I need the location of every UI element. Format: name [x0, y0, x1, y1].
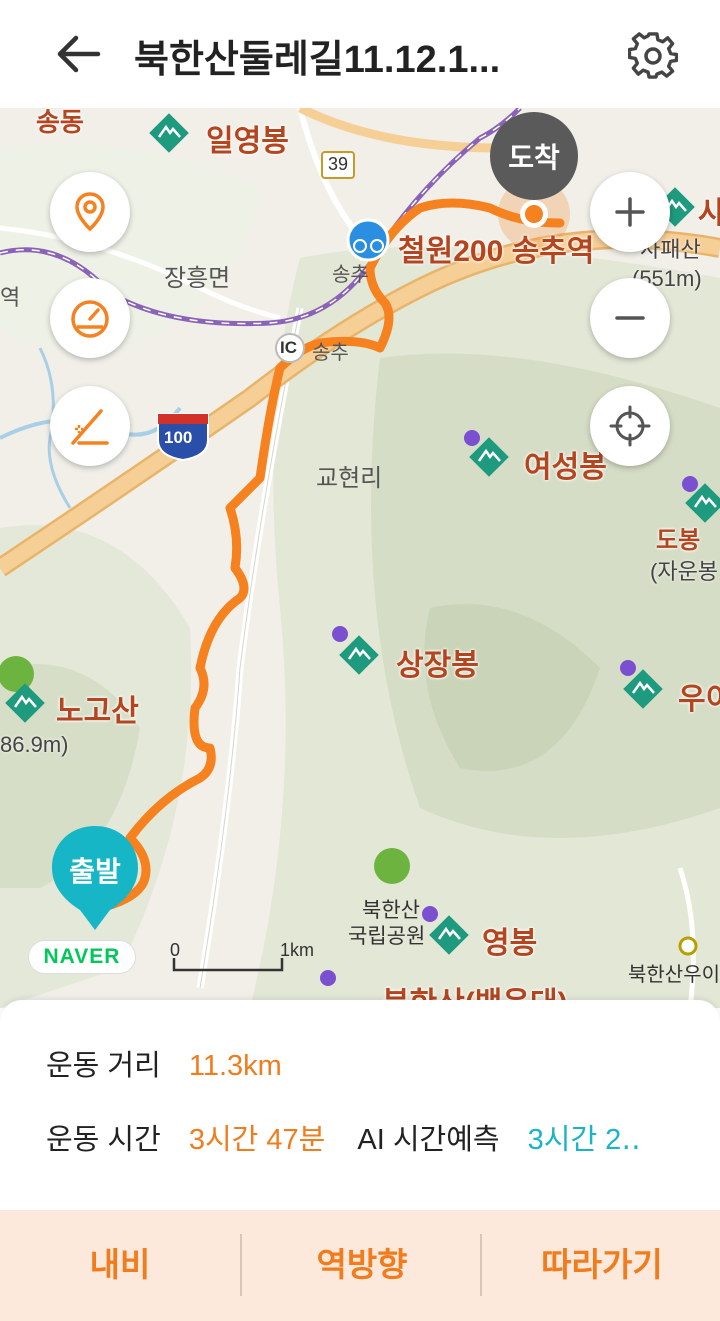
peak-label-dobong: 도봉: [656, 527, 701, 554]
route-100-label: 100: [164, 428, 193, 447]
scale-km-label: 1km: [280, 940, 315, 960]
gear-icon: [627, 32, 679, 79]
peak-icon: [685, 483, 720, 523]
elevation-icon: [71, 409, 109, 445]
route-info-panel: 운동 거리 11.3km 운동 시간 3시간 47분 AI 시간예측 3시간 2…: [0, 1000, 720, 1210]
peak-label-nogo: 노고산: [56, 695, 139, 728]
route-39-label: 39: [328, 154, 349, 174]
back-button[interactable]: [50, 30, 106, 78]
distance-row: 운동 거리 11.3km: [46, 1042, 282, 1084]
peak-label-sangjang: 상장봉: [396, 649, 479, 682]
zoom-out-icon: [615, 316, 645, 320]
settings-button[interactable]: [627, 30, 679, 80]
time-row: 운동 시간 3시간 47분 AI 시간예측 3시간 2‥: [46, 1116, 641, 1158]
station-label-bukhansanui: 북한산우이: [628, 964, 720, 986]
area-label-jangheung: 장흥면: [164, 265, 231, 292]
area-label-gyohyeon: 교현리: [316, 465, 383, 492]
speed-button[interactable]: [50, 278, 130, 358]
ic-name-label: 송추: [312, 342, 349, 364]
crosshair-icon: [609, 405, 651, 447]
peak-icon: [469, 437, 509, 477]
peak-height-nogo: 86.9m): [0, 732, 69, 757]
time-label: 운동 시간: [46, 1124, 161, 1156]
peak-label: 송동: [36, 108, 84, 137]
arrow-left-icon: [57, 35, 101, 73]
time-value: 3시간 47분: [188, 1124, 326, 1156]
peak-label-right-top: 사: [698, 197, 720, 230]
distance-label: 운동 거리: [46, 1050, 161, 1082]
zoom-out-button[interactable]: [590, 278, 670, 358]
bottom-action-bar: 내비 역방향 따라가기: [0, 1210, 720, 1321]
peak-icon: [429, 915, 469, 955]
follow-button[interactable]: 따라가기: [482, 1210, 720, 1314]
area-label-songchu: 송추: [332, 264, 369, 286]
location-button[interactable]: [50, 172, 130, 252]
peak-icon: [623, 669, 663, 709]
station-label: 역: [0, 285, 21, 310]
speedometer-icon: [71, 300, 109, 338]
peak-label-yeong: 영봉: [482, 927, 538, 960]
peak-label-yeoseong: 여성봉: [524, 451, 607, 484]
park-label-national: 국립공원: [348, 925, 426, 948]
reverse-button[interactable]: 역방향: [242, 1210, 482, 1314]
peak-icon: [5, 683, 45, 723]
current-location-button[interactable]: [590, 386, 670, 466]
peak-icon: [339, 635, 379, 675]
naver-logo: NAVER: [28, 940, 136, 974]
page-title: 북한산둘레길11.12.1...: [134, 39, 501, 81]
poi-label-songchu-station: 철원200 송추역: [398, 235, 595, 268]
ai-time-value: 3시간 2‥: [527, 1124, 641, 1156]
distance-value: 11.3km: [188, 1050, 282, 1082]
arrive-marker[interactable]: 도착: [490, 112, 578, 200]
map-view[interactable]: 송동 일영봉 39 장흥면 역 송추 철원200 송추역 IC 송추 100 교…: [0, 108, 720, 1008]
zoom-in-button[interactable]: [590, 172, 670, 252]
peak-icon: [149, 113, 189, 153]
elevation-button[interactable]: [50, 386, 130, 466]
location-pin-icon: [75, 192, 105, 232]
peak-sub-dobong: (자운봉: [650, 559, 719, 584]
navi-button[interactable]: 내비: [0, 1210, 240, 1314]
start-label: 출발: [69, 856, 121, 887]
zoom-in-icon: [615, 197, 645, 227]
ai-time-label: AI 시간예측: [357, 1124, 500, 1156]
app-header: 북한산둘레길11.12.1...: [0, 0, 720, 108]
peak-label-ui: 우이: [678, 683, 720, 716]
ic-label: IC: [280, 338, 297, 357]
peak-label-ilyeong: 일영봉: [206, 125, 289, 158]
